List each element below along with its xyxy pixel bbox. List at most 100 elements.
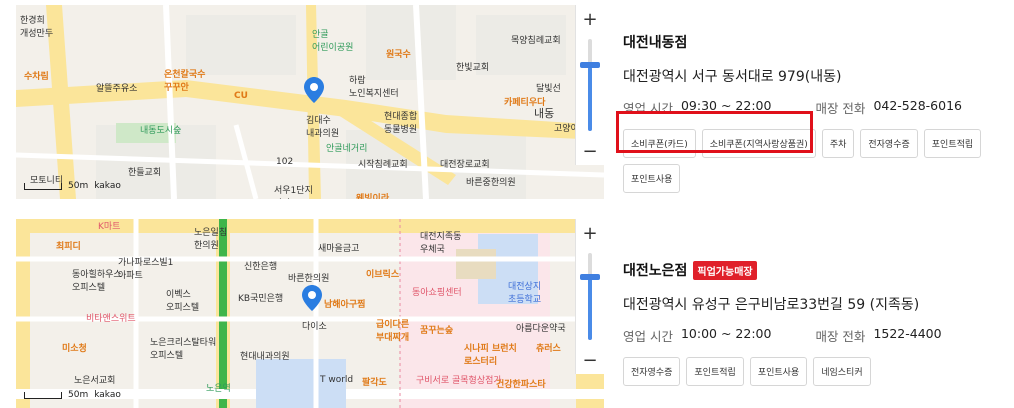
zoom-slider[interactable]	[580, 253, 600, 340]
map-label: KB국민은행	[238, 294, 284, 304]
store-name-row: 대전노은점 픽업가능매장	[623, 260, 1003, 280]
store-map[interactable]: K마트 노은일침 한의원 대전지족동 우체국 최피디 가나파로스빌1 아파트 새마을금…	[16, 219, 604, 408]
location-pin-icon	[302, 285, 322, 311]
scale-label: 50m	[68, 390, 89, 400]
phone-value: 042-528-6016	[873, 98, 962, 113]
map-label: 새마을금고	[318, 244, 360, 254]
tag-e-receipt[interactable]: 전자영수증	[623, 357, 681, 386]
map-label: 노은서교회	[74, 376, 116, 386]
map-label: 서우1단지아파트	[274, 186, 313, 196]
zoom-handle[interactable]	[580, 62, 600, 68]
store-name: 대전내동점	[623, 35, 688, 51]
tag-point-earn[interactable]: 포인트적립	[686, 357, 744, 386]
tag-point-use[interactable]: 포인트사용	[749, 357, 808, 386]
map-label: 102	[276, 157, 294, 167]
tag-parking[interactable]: 주차	[821, 129, 855, 158]
map-label: 시작침례교회	[358, 160, 408, 170]
zoom-control: + −	[575, 5, 604, 165]
tag-name-sticker[interactable]: 네임스티커	[813, 357, 871, 386]
zoom-handle[interactable]	[580, 273, 600, 280]
tag-e-receipt[interactable]: 전자영수증	[860, 129, 918, 158]
map-label: 내동도시숲	[140, 126, 182, 136]
map-label: 한들교회	[128, 168, 162, 178]
map-label: 목양침례교회	[511, 36, 561, 46]
map-scale: 50m kakao	[24, 390, 121, 400]
zoom-level-fill	[588, 66, 592, 131]
phone-label: 매장 전화	[815, 329, 866, 344]
map-label: 츄러스	[536, 344, 561, 354]
map-label: 노은크리스탈타워 오피스텔	[150, 338, 217, 361]
map-label: K마트	[98, 222, 121, 232]
store-meta: 영업 시간 10:00 ~ 22:00 매장 전화 1522-4400	[623, 326, 1003, 345]
map-label: 대전지족동 우체국	[420, 232, 462, 255]
map-label: CU	[234, 91, 248, 101]
map-label: T world	[320, 375, 354, 385]
map-label: 바른한의원	[288, 274, 330, 284]
map-label: 대전장로교회	[440, 160, 490, 170]
map-label: 한빛교회	[456, 63, 490, 73]
map-label: 김대수 내과의원	[306, 116, 340, 139]
store-map[interactable]: 한경희 개성만두 안골 어린이공원 원국수 목양침례교회 수차림 온천칼국수 꾸꾸안 …	[16, 5, 604, 199]
hours-value: 10:00 ~ 22:00	[680, 326, 772, 341]
scale-bar	[24, 391, 62, 399]
map-label: 팔각도	[362, 378, 387, 388]
map-label: 온천칼국수 꾸꾸안	[164, 70, 206, 93]
map-label: 아름다운약국	[516, 324, 566, 334]
map-label: 현대종합 동물병원	[384, 112, 418, 135]
map-label: 원국수	[386, 50, 411, 60]
map-label: 구비서로 골목형상점가	[416, 376, 502, 386]
phone-label: 매장 전화	[815, 101, 866, 116]
zoom-level-fill	[588, 277, 592, 340]
zoom-out-button[interactable]: −	[576, 137, 604, 165]
pickup-badge: 픽업가능매장	[693, 260, 757, 280]
map-label: 급이다른 부대찌개	[376, 320, 410, 343]
scale-bar	[24, 182, 62, 190]
map-label: 이벡스 오피스텔	[166, 290, 200, 313]
tag-point-use[interactable]: 포인트사용	[623, 164, 681, 193]
map-label: 안골 어린이공원	[312, 30, 354, 53]
map-label: 동아힐하우스 오피스텔	[72, 270, 122, 293]
map-brand: kakao	[94, 181, 121, 191]
map-label: 최피디	[56, 242, 81, 252]
map-label: 수차림	[24, 72, 49, 82]
store-name: 대전노은점	[623, 263, 688, 279]
map-label: 다이소	[302, 322, 327, 332]
map-label: 안골네거리	[326, 144, 368, 154]
map-label: 달빛선	[536, 84, 561, 94]
map-label: 비타앤스위트	[86, 314, 136, 324]
map-label: 시나피 브런치 로스터리	[464, 344, 517, 367]
scale-label: 50m	[68, 181, 89, 191]
map-label: 웨빙이라	[356, 194, 390, 199]
zoom-in-button[interactable]: +	[576, 5, 604, 33]
map-label: 대전상지 초등학교	[508, 282, 542, 305]
store-address: 대전광역시 유성구 은구비남로33번길 59 (지족동)	[623, 297, 920, 313]
map-label: 건강한파스타	[496, 380, 546, 390]
service-tags: 전자영수증 포인트적립 포인트사용 네임스티커	[623, 357, 1003, 386]
map-label: 꿈꾸는숲	[420, 326, 454, 336]
map-brand: kakao	[94, 390, 121, 400]
map-label: 노은일침 한의원	[194, 228, 228, 251]
map-label: 하람 노인복지센터	[349, 76, 399, 99]
map-label: 내동	[534, 107, 555, 120]
zoom-slider[interactable]	[580, 39, 600, 131]
tag-point-earn[interactable]: 포인트적립	[923, 129, 982, 158]
map-label: 신한은행	[244, 262, 278, 272]
map-label: 가나파로스빌1 아파트	[118, 258, 174, 281]
map-label: 이브릭스	[366, 270, 400, 280]
location-pin-icon	[304, 77, 324, 103]
phone-value: 1522-4400	[873, 326, 942, 341]
map-label: 남해아구찜	[324, 300, 366, 310]
map-label: 노은역	[206, 384, 231, 394]
map-label: 바른중한의원	[466, 178, 516, 188]
highlight-box	[616, 111, 813, 153]
map-label: 한경희 개성만두	[20, 16, 54, 39]
store-name-row: 대전내동점	[623, 32, 1003, 52]
map-label: 현대내과의원	[240, 352, 290, 362]
hours-label: 영업 시간	[623, 329, 673, 344]
map-label: 미소청	[62, 344, 87, 354]
map-scale: 50m kakao	[24, 181, 121, 191]
zoom-out-button[interactable]: −	[576, 346, 604, 374]
map-label: 동아쇼핑센터	[412, 288, 462, 298]
store-info: 대전노은점 픽업가능매장 대전광역시 유성구 은구비남로33번길 59 (지족동…	[623, 260, 1003, 386]
zoom-in-button[interactable]: +	[576, 219, 604, 247]
